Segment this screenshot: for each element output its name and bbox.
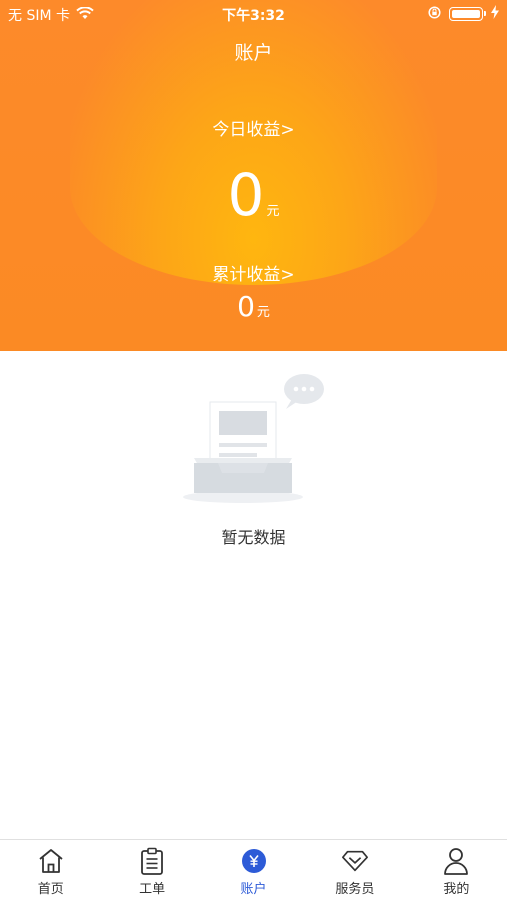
tab-servers[interactable]: 服务员	[304, 840, 405, 900]
tab-servers-label: 服务员	[335, 882, 375, 897]
page-title: 账户	[234, 42, 273, 64]
status-bar: 无 SIM 卡 下午3:32	[0, 0, 507, 28]
total-earnings-link[interactable]: 累计收益>	[0, 260, 507, 285]
account-header: 无 SIM 卡 下午3:32 账户 今日收益> 0 元 累计收益> 0 元	[0, 0, 507, 351]
clipboard-icon	[138, 847, 166, 875]
total-earnings-amount: 0	[237, 290, 255, 323]
bottom-tab-bar: 首页 工单 账户 服务员 我的	[0, 839, 507, 900]
today-earnings-link[interactable]: 今日收益>	[0, 115, 507, 140]
rotation-lock-icon	[428, 5, 441, 23]
tab-account[interactable]: 账户	[203, 840, 304, 900]
empty-state: 暂无数据	[0, 360, 507, 560]
diamond-icon	[341, 847, 369, 875]
empty-state-text: 暂无数据	[221, 528, 286, 547]
tab-home[interactable]: 首页	[0, 840, 101, 900]
today-earnings-value: 0元	[0, 160, 507, 230]
tab-mine-label: 我的	[443, 882, 470, 897]
home-icon	[37, 847, 65, 875]
tab-account-label: 账户	[240, 882, 267, 897]
yen-icon	[240, 847, 268, 875]
person-icon	[442, 847, 470, 875]
charging-icon	[491, 5, 499, 23]
today-earnings-amount: 0	[227, 161, 265, 229]
battery-icon	[449, 7, 486, 21]
empty-inbox-icon	[183, 374, 324, 503]
tab-work-orders[interactable]: 工单	[101, 840, 202, 900]
tab-mine[interactable]: 我的	[406, 840, 507, 900]
total-earnings-unit: 元	[256, 305, 270, 320]
today-earnings-unit: 元	[266, 204, 280, 219]
tab-home-label: 首页	[37, 882, 64, 897]
tab-work-orders-label: 工单	[139, 882, 166, 897]
total-earnings-value: 0元	[0, 288, 507, 326]
